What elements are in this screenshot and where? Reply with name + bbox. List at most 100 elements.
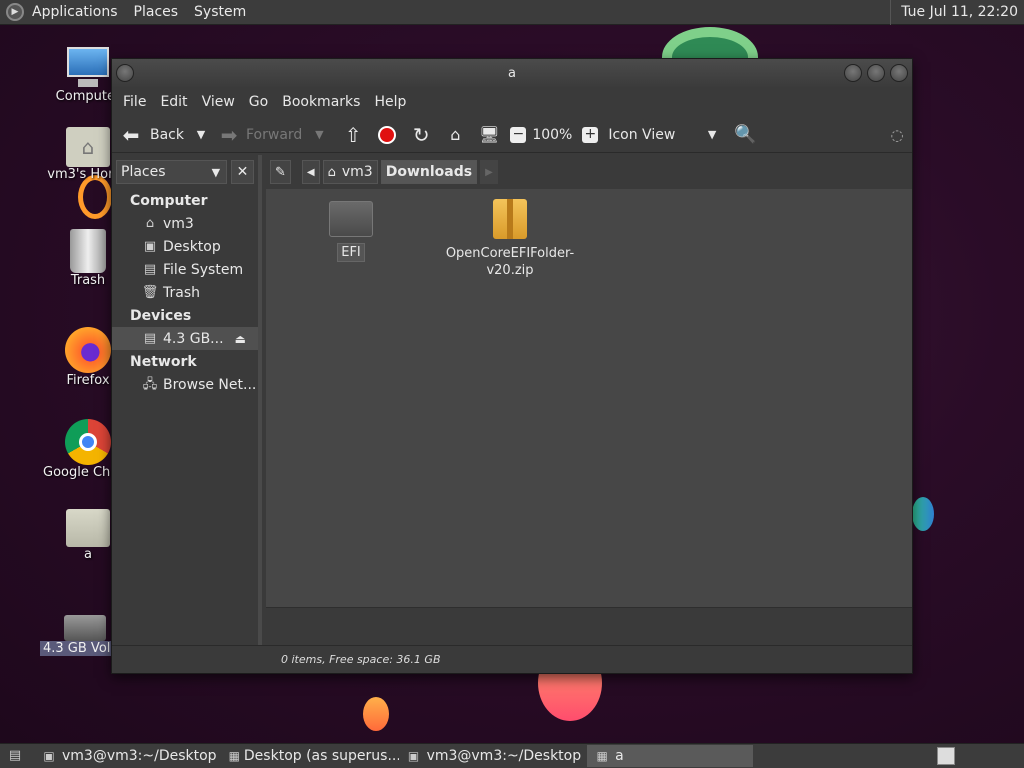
- up-arrow-icon[interactable]: ⇧: [342, 124, 364, 146]
- sidebar-item-label: Desktop: [163, 238, 221, 255]
- sidebar-pane-label: Places: [121, 164, 166, 180]
- file-item-efi[interactable]: EFI: [276, 201, 426, 262]
- path-label: vm3: [341, 164, 373, 180]
- forward-button[interactable]: ➡ Forward: [218, 120, 303, 150]
- back-history-dropdown[interactable]: ▼: [190, 124, 212, 146]
- path-scroll-right[interactable]: ▶: [480, 160, 498, 184]
- chrome-icon: [65, 419, 111, 465]
- sidebar-header: Places ▼ ✕: [112, 155, 258, 189]
- zoom-out-icon[interactable]: −: [510, 126, 527, 143]
- menu-applications[interactable]: Applications: [24, 0, 126, 25]
- terminal-icon: ▣: [43, 749, 55, 763]
- desktop-folder-icon: ▣: [143, 238, 157, 254]
- toolbar: ⬅ Back ▼ ➡ Forward ▼ ⇧ ↻ ⌂ 🖥 − 100% + Ic…: [112, 117, 912, 153]
- drive-icon: ▤: [143, 330, 157, 346]
- sidebar-item-label: vm3: [163, 215, 194, 232]
- window-menu-button[interactable]: [116, 64, 134, 82]
- computer-icon: [64, 45, 112, 89]
- file-name: EFI: [337, 243, 365, 262]
- home-icon[interactable]: ⌂: [444, 124, 466, 146]
- top-panel: ▶ Applications Places System Tue Jul 11,…: [0, 0, 1024, 25]
- menu-help[interactable]: Help: [367, 87, 413, 117]
- content-area: Places ▼ ✕ Computer ⌂ vm3 ▣ Desktop ▤ File …: [112, 155, 912, 645]
- task-label: a: [615, 748, 624, 764]
- path-label: Downloads: [385, 164, 473, 180]
- status-text: 0 items, Free space: 36.1 GB: [281, 653, 441, 666]
- window-title: a: [508, 65, 516, 81]
- menu-file[interactable]: File: [116, 87, 153, 117]
- terminal-icon: ▣: [407, 749, 420, 763]
- sidebar-item-trash[interactable]: 🗑 Trash: [112, 281, 258, 304]
- menu-places[interactable]: Places: [126, 0, 187, 25]
- home-folder-icon: ⌂: [66, 127, 110, 167]
- sidebar-item-desktop[interactable]: ▣ Desktop: [112, 235, 258, 258]
- task-label: vm3@vm3:~/Desktop: [62, 748, 217, 764]
- path-button-downloads[interactable]: Downloads: [380, 160, 478, 184]
- search-icon[interactable]: 🔍: [734, 124, 756, 146]
- statusbar: 0 items, Free space: 36.1 GB: [112, 645, 912, 673]
- eject-icon[interactable]: ⏏: [235, 332, 246, 346]
- menu-bookmarks[interactable]: Bookmarks: [275, 87, 367, 117]
- menu-go[interactable]: Go: [242, 87, 275, 117]
- file-item-opencore-zip[interactable]: OpenCoreEFIFolder- v20.zip: [435, 199, 585, 279]
- icon-view[interactable]: EFI OpenCoreEFIFolder- v20.zip: [266, 189, 912, 607]
- maximize-button[interactable]: [867, 64, 885, 82]
- toggle-location-button[interactable]: ✎: [270, 160, 291, 184]
- main-pane: ✎ ◀ ⌂ vm3 Downloads ▶ EFI OpenCoreEFIFold…: [266, 155, 912, 645]
- view-mode-label: Icon View: [608, 126, 676, 143]
- sidebar-item-vm3[interactable]: ⌂ vm3: [112, 212, 258, 235]
- show-desktop-icon[interactable]: ▤: [4, 745, 26, 767]
- view-mode-select[interactable]: Icon View ▼: [608, 120, 716, 150]
- chevron-left-icon: ◀: [306, 166, 315, 178]
- stop-icon[interactable]: [376, 124, 398, 146]
- drive-icon: ▤: [143, 261, 157, 277]
- sidebar-group-devices: Devices: [130, 308, 192, 324]
- sidebar-group-network: Network: [130, 354, 197, 370]
- folder-icon: [329, 201, 373, 237]
- file-name-line2: v20.zip: [486, 263, 534, 278]
- task-label: vm3@vm3:~/Desktop: [426, 748, 582, 764]
- task-terminal-1[interactable]: ▣ vm3@vm3:~/Desktop: [34, 745, 223, 767]
- zoom-level: 100%: [532, 126, 573, 143]
- sidebar-item-browse-network[interactable]: 🖧 Browse Net...: [112, 373, 258, 396]
- sidebar-item-label: Browse Net...: [163, 376, 257, 393]
- sidebar-group-computer: Computer: [130, 193, 208, 209]
- arrow-left-icon: ⬅: [122, 122, 140, 147]
- sidebar-item-label: 4.3 GB...: [163, 330, 224, 347]
- folder-icon: ▦: [228, 749, 240, 763]
- sidebar-item-file-system[interactable]: ▤ File System: [112, 258, 258, 281]
- sidebar-close-button[interactable]: ✕: [231, 160, 254, 184]
- mate-logo-icon[interactable]: ▶: [6, 3, 24, 21]
- wallpaper-blob: [363, 697, 389, 731]
- path-button-vm3[interactable]: ⌂ vm3: [322, 160, 378, 184]
- trash-icon: 🗑: [141, 284, 159, 300]
- sidebar-item-volume[interactable]: ▤ 4.3 GB... ⏏: [112, 327, 258, 350]
- reload-icon[interactable]: ↻: [410, 124, 432, 146]
- folder-icon: [66, 509, 110, 547]
- computer-icon[interactable]: 🖥: [478, 124, 500, 146]
- clock[interactable]: Tue Jul 11, 22:20: [890, 0, 1024, 25]
- arrow-right-icon: ➡: [220, 122, 238, 147]
- menu-edit[interactable]: Edit: [153, 87, 194, 117]
- minimize-button[interactable]: [844, 64, 862, 82]
- back-button[interactable]: ⬅ Back: [120, 120, 184, 150]
- path-scroll-left[interactable]: ◀: [301, 160, 320, 184]
- close-button[interactable]: [890, 64, 908, 82]
- window-titlebar[interactable]: a: [112, 59, 912, 87]
- pathbar: ✎ ◀ ⌂ vm3 Downloads ▶: [266, 155, 912, 189]
- workspace-switcher[interactable]: [937, 747, 955, 765]
- archive-icon: [493, 199, 527, 239]
- menu-system[interactable]: System: [186, 0, 254, 25]
- home-icon: ⌂: [327, 164, 336, 180]
- forward-history-dropdown[interactable]: ▼: [308, 124, 330, 146]
- task-desktop-superuser[interactable]: ▦ Desktop (as superus...: [223, 745, 399, 767]
- task-terminal-2[interactable]: ▣ vm3@vm3:~/Desktop: [399, 745, 588, 767]
- chevron-down-icon: ▼: [211, 165, 221, 179]
- horizontal-scrollbar[interactable]: [266, 607, 912, 645]
- spinner-icon: ◌: [890, 125, 904, 144]
- zoom-in-icon[interactable]: +: [582, 126, 599, 143]
- menu-view[interactable]: View: [195, 87, 242, 117]
- task-folder-a[interactable]: ▦ a: [587, 745, 754, 767]
- sidebar: Places ▼ ✕ Computer ⌂ vm3 ▣ Desktop ▤ File …: [112, 155, 262, 645]
- sidebar-pane-select[interactable]: Places ▼: [116, 160, 228, 184]
